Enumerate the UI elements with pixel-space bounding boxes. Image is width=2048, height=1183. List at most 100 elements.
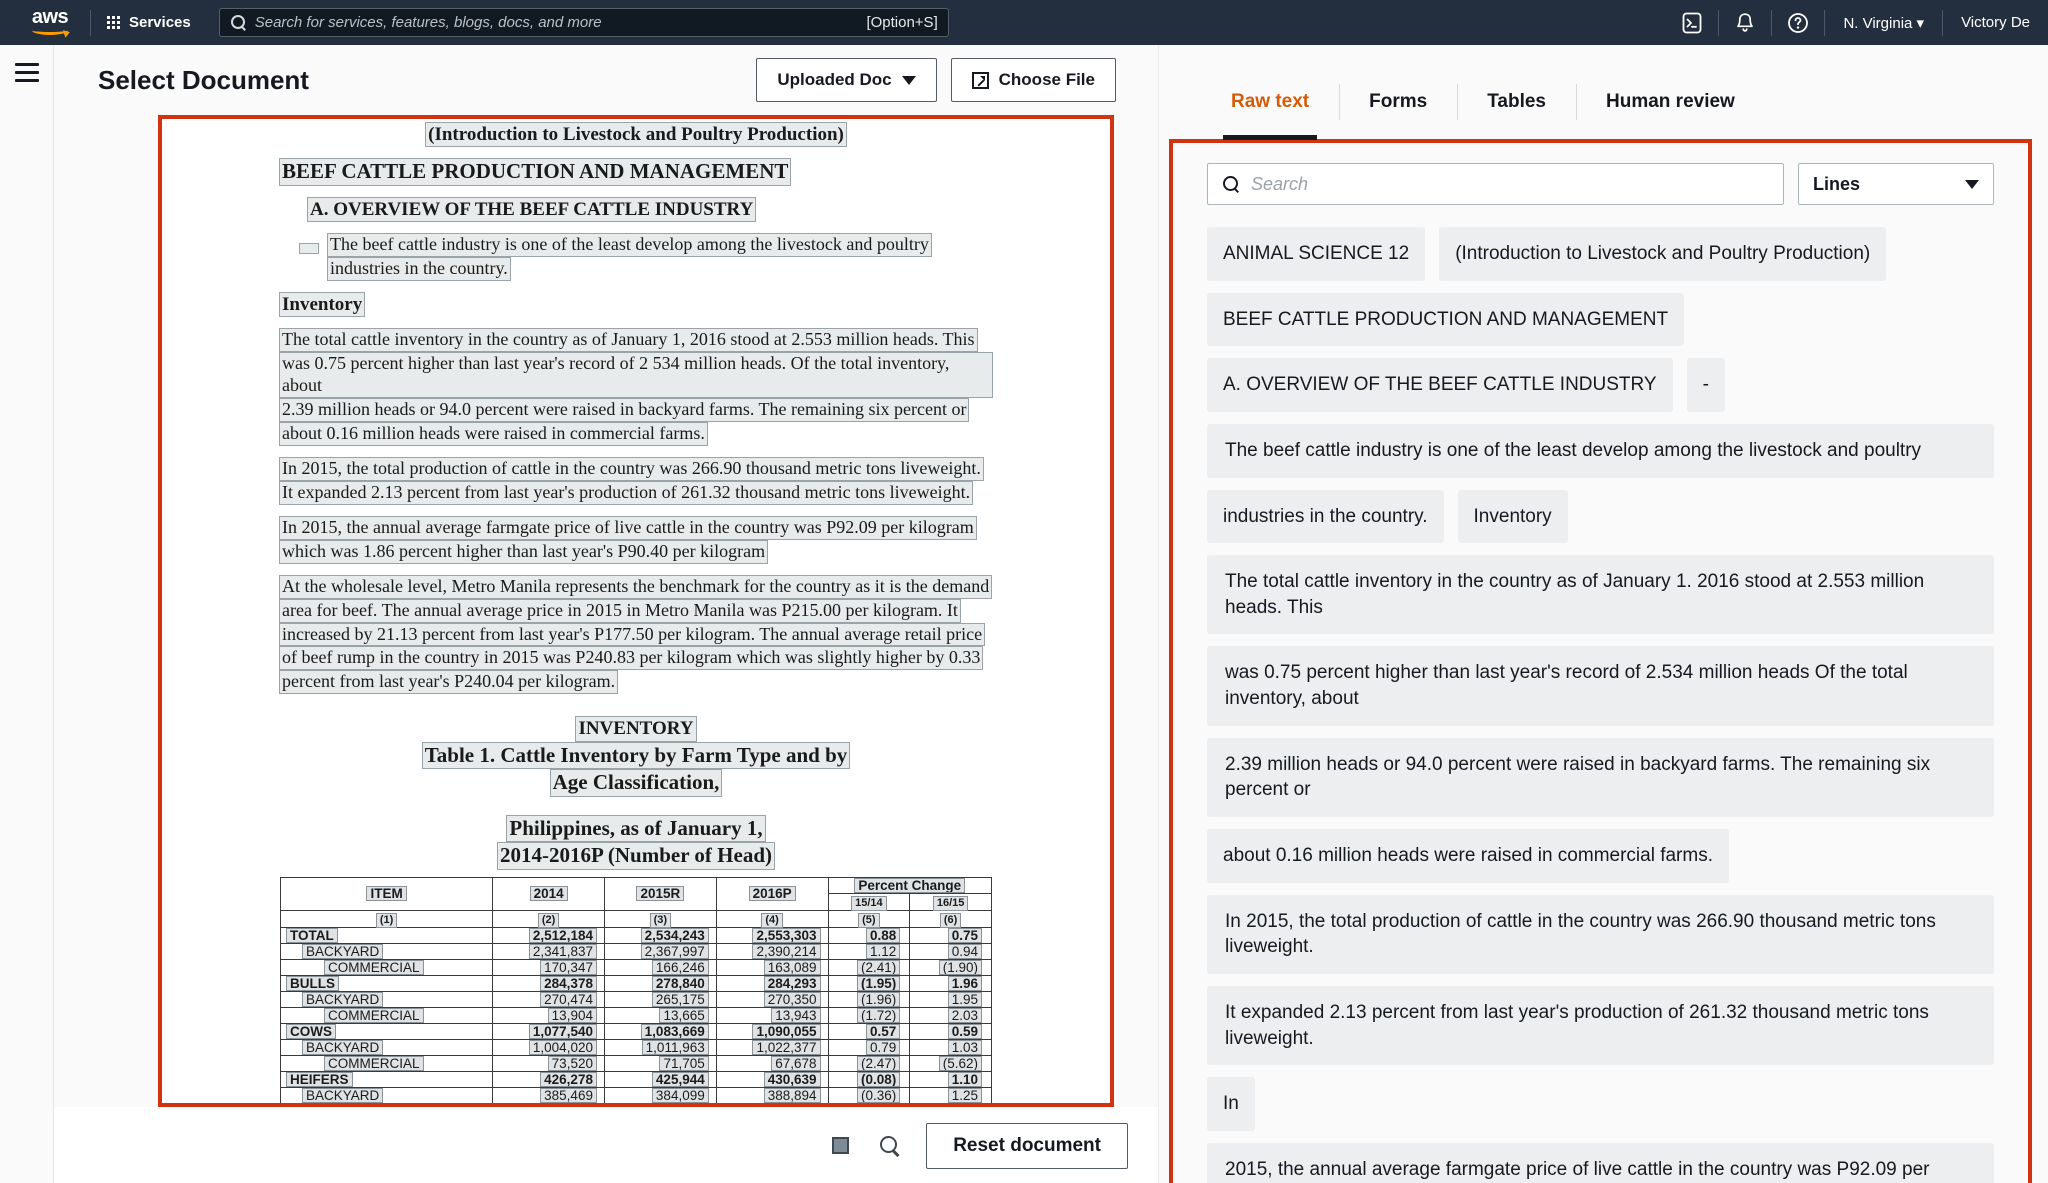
cell-2015: 71,705 xyxy=(603,1054,717,1072)
raw-text-chip[interactable]: ANIMAL SCIENCE 12 xyxy=(1207,227,1426,281)
raw-text-chip[interactable]: industries in the country. xyxy=(1207,489,1444,544)
cell-item: COMMERCIAL xyxy=(279,958,494,976)
results-search-input[interactable] xyxy=(1251,173,1769,195)
table-row: BACKYARD 1,004,020 1,011,963 1,022,377 0.79 1… xyxy=(279,1038,992,1056)
scanned-table-body: TOTAL 2,512,184 2,534,243 2,553,303 0.88 0.75… xyxy=(279,926,992,1103)
global-search-box[interactable]: [Option+S] xyxy=(218,8,949,37)
cell-pc-15-14: (1.96) xyxy=(827,990,911,1008)
th-pc-16-15: 16/15 xyxy=(909,892,992,911)
aws-logo[interactable]: aws xyxy=(16,6,84,35)
cell-2016: 430,639 xyxy=(715,1070,829,1088)
raw-text-chip[interactable]: was 0.75 percent higher than last year's… xyxy=(1207,646,1994,726)
raw-text-chip[interactable]: about 0.16 million heads were raised in … xyxy=(1207,829,1729,883)
raw-text-chip[interactable]: It expanded 2.13 percent from last year'… xyxy=(1207,985,1994,1066)
raw-text-chip[interactable]: (Introduction to Livestock and Poultry P… xyxy=(1439,227,1887,281)
uploaded-doc-label: Uploaded Doc xyxy=(777,70,892,89)
document-viewer-footer: Reset document xyxy=(54,1107,1158,1183)
global-search-input[interactable] xyxy=(254,14,867,31)
cell-2014: 2,512,184 xyxy=(492,926,605,944)
doc-header-line: (Introduction to Livestock and Poultry P… xyxy=(425,121,847,148)
tab-human-review[interactable]: Human review xyxy=(1576,80,1765,124)
raw-text-chip[interactable]: The beef cattle industry is one of the l… xyxy=(1207,423,1994,478)
menu-hamburger-icon[interactable] xyxy=(14,63,39,1183)
document-header-actions: Uploaded Doc Choose File xyxy=(756,58,1116,102)
zoom-in-icon[interactable] xyxy=(876,1132,904,1160)
cell-item: COMMERCIAL xyxy=(279,1006,494,1024)
raw-text-chip[interactable]: 2.39 million heads or 94.0 percent were … xyxy=(1207,737,1994,818)
tab-tables[interactable]: Tables xyxy=(1457,80,1576,124)
cell-2015: 1,011,963 xyxy=(603,1038,717,1056)
page-view-icon[interactable] xyxy=(826,1132,854,1160)
cell-pc-16-15: 2.03 xyxy=(909,1006,992,1024)
cell-pc-16-15: 0.75 xyxy=(909,926,992,944)
scanned-document-page: (Introduction to Livestock and Poultry P… xyxy=(170,119,1102,1103)
colnum-6: (6) xyxy=(909,909,992,928)
granularity-dropdown[interactable]: Lines xyxy=(1798,163,1994,205)
table-row: BACKYARD 385,469 384,099 388,894 (0.36) 1.25 xyxy=(279,1086,992,1103)
account-menu[interactable]: Victory De xyxy=(1943,0,2048,45)
cell-pc-15-14: (2.41) xyxy=(827,958,911,976)
cell-item: HEIFERS xyxy=(279,1070,494,1088)
choose-file-label: Choose File xyxy=(998,70,1095,89)
upload-file-icon xyxy=(971,71,989,89)
th-pc-15-14: 15/14 xyxy=(827,892,911,911)
doc-table-subcaption: Philippines, as of January 1, 2014-2016P… xyxy=(496,814,776,870)
reset-document-button[interactable]: Reset document xyxy=(926,1122,1128,1169)
services-menu-button[interactable]: Services xyxy=(91,0,207,45)
raw-text-chip[interactable]: Inventory xyxy=(1457,489,1568,544)
cell-2014: 170,347 xyxy=(492,958,605,976)
search-icon xyxy=(230,14,247,31)
tab-forms[interactable]: Forms xyxy=(1339,80,1457,124)
raw-text-chip[interactable]: A. OVERVIEW OF THE BEEF CATTLE INDUSTRY xyxy=(1207,358,1673,412)
cell-item: BACKYARD xyxy=(279,990,494,1008)
results-filter-row: Lines xyxy=(1207,163,1994,205)
notifications-bell-icon[interactable] xyxy=(1719,0,1771,45)
doc-inventory-title: INVENTORY xyxy=(575,716,697,742)
raw-text-chip[interactable]: The total cattle inventory in the countr… xyxy=(1207,555,1994,635)
cell-item: BULLS xyxy=(279,974,494,992)
document-scroll-area[interactable]: (Introduction to Livestock and Poultry P… xyxy=(162,119,1110,1103)
cell-2016: 284,293 xyxy=(715,974,829,992)
cell-pc-15-14: 1.12 xyxy=(827,942,911,960)
region-selector[interactable]: N. Virginia ▾ xyxy=(1825,0,1942,45)
doc-paragraph-2: In 2015, the total production of cattle … xyxy=(278,456,984,505)
cell-2015: 2,367,997 xyxy=(603,942,717,960)
raw-text-chip[interactable]: - xyxy=(1686,358,1725,412)
cell-pc-16-15: (1.90) xyxy=(909,958,992,976)
cell-2014: 1,077,540 xyxy=(492,1022,605,1040)
colnum-3: (3) xyxy=(603,909,717,928)
cell-2016: 2,390,214 xyxy=(715,942,829,960)
tab-raw-text[interactable]: Raw text xyxy=(1201,80,1339,140)
help-question-icon[interactable] xyxy=(1772,0,1824,45)
table-row: BACKYARD 270,474 265,175 270,350 (1.96) 1.95 xyxy=(279,990,992,1008)
tab-label: Tables xyxy=(1487,91,1546,112)
colnum-1: (1) xyxy=(279,909,494,928)
grid-menu-icon xyxy=(107,16,120,29)
doc-table-caption: Table 1. Cattle Inventory by Farm Type a… xyxy=(421,741,851,797)
cloudshell-icon[interactable] xyxy=(1666,0,1718,45)
results-highlight-frame: Lines ANIMAL SCIENCE 12(Introduction to … xyxy=(1169,139,2032,1183)
raw-text-chip[interactable]: 2015, the annual average farmgate price … xyxy=(1207,1142,1994,1183)
raw-text-chip[interactable]: In 2015, the total production of cattle … xyxy=(1207,894,1994,974)
tab-label: Raw text xyxy=(1231,91,1310,112)
results-search-box[interactable] xyxy=(1207,163,1784,205)
uploaded-doc-dropdown[interactable]: Uploaded Doc xyxy=(756,58,937,102)
th-percent-change: Percent Change xyxy=(827,876,992,894)
raw-text-chip[interactable]: BEEF CATTLE PRODUCTION AND MANAGEMENT xyxy=(1207,292,1685,347)
th-2016: 2016P xyxy=(715,876,829,911)
cell-item: BACKYARD xyxy=(279,1086,494,1103)
cell-2015: 425,944 xyxy=(603,1070,717,1088)
cell-pc-15-14: (0.36) xyxy=(827,1086,911,1103)
colnum-4: (4) xyxy=(715,909,829,928)
cell-pc-15-14: 0.57 xyxy=(827,1022,911,1040)
cell-2015: 265,175 xyxy=(603,990,717,1008)
cell-2014: 73,520 xyxy=(492,1054,605,1072)
aws-logo-wordmark: aws xyxy=(31,6,69,28)
doc-paragraph-4: At the wholesale level, Metro Manila rep… xyxy=(278,574,993,695)
raw-text-chip[interactable]: In xyxy=(1207,1077,1255,1131)
cell-pc-16-15: 1.10 xyxy=(909,1070,992,1088)
page-glyph xyxy=(831,1137,849,1154)
choose-file-button[interactable]: Choose File xyxy=(950,58,1116,102)
th-item: ITEM xyxy=(279,876,494,911)
cell-2014: 1,004,020 xyxy=(492,1038,605,1056)
